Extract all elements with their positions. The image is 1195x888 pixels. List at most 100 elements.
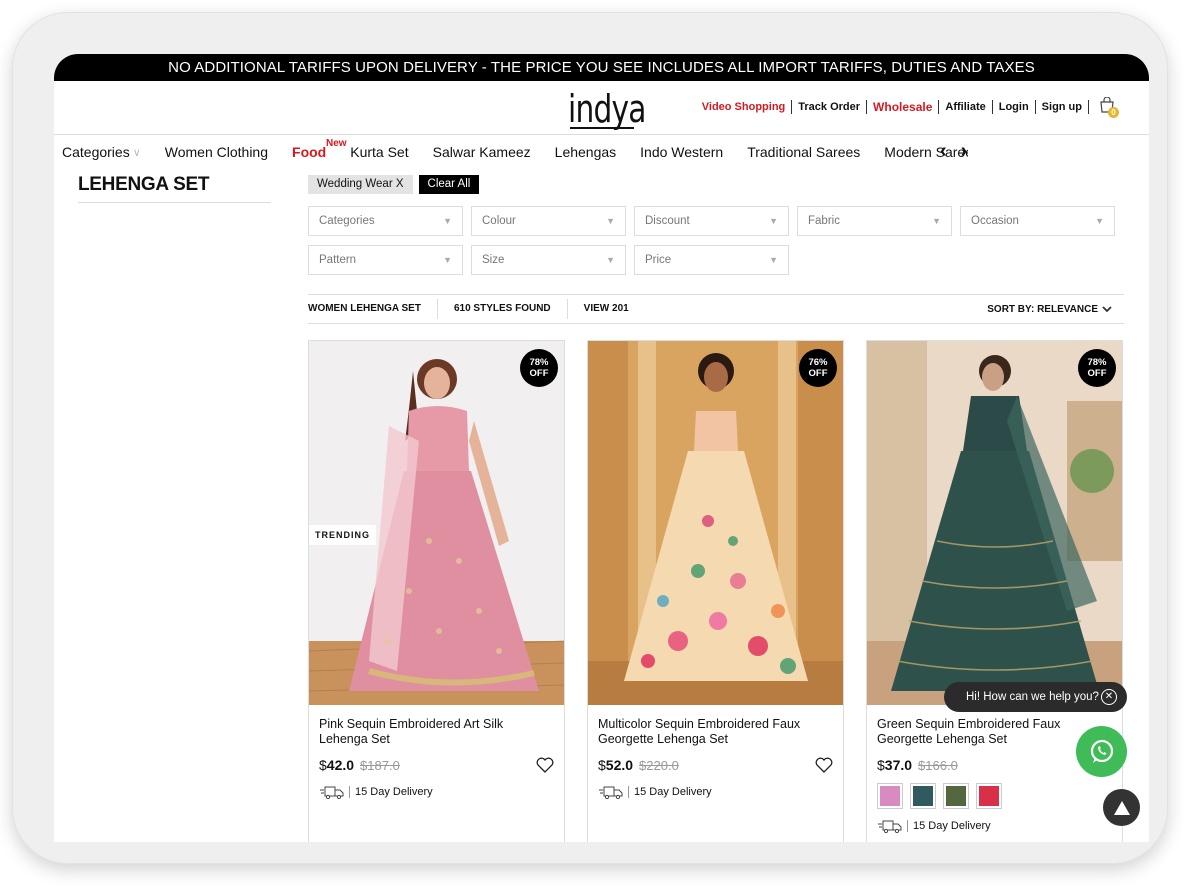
swatch-fill (880, 786, 900, 806)
product-image[interactable]: 78% OFF TRENDING (309, 341, 564, 705)
product-grid: 78% OFF TRENDING Pink Sequin Embroidered … (308, 340, 1123, 842)
top-links: Video Shopping Track Order Wholesale Aff… (696, 96, 1121, 118)
currency-symbol: $ (598, 757, 606, 773)
login-link[interactable]: Login (993, 100, 1036, 114)
nav-item-lehengas[interactable]: Lehengas (555, 144, 617, 160)
product-info: Green Sequin Embroidered Faux Georgette … (867, 705, 1122, 842)
filter-size[interactable]: Size ▼ (471, 245, 626, 275)
active-filters: Wedding Wear X Clear All (308, 175, 480, 194)
wholesale-link[interactable]: Wholesale (867, 100, 940, 114)
product-name[interactable]: Pink Sequin Embroidered Art Silk Lehenga… (319, 717, 554, 749)
filter-price[interactable]: Price ▼ (634, 245, 789, 275)
heart-icon[interactable] (536, 757, 554, 773)
signup-link[interactable]: Sign up (1036, 100, 1089, 114)
caret-down-icon: ▼ (443, 255, 452, 265)
filter-label: Fabric (808, 215, 840, 227)
discount-badge: 76% OFF (799, 349, 837, 387)
discount-value: 76% (808, 357, 828, 368)
clear-all-button[interactable]: Clear All (418, 175, 480, 194)
delivery-info: 15 Day Delivery (598, 785, 833, 799)
whatsapp-button[interactable] (1076, 726, 1127, 777)
chat-prompt-text: Hi! How can we help you? (966, 691, 1099, 703)
product-info: Pink Sequin Embroidered Art Silk Lehenga… (309, 705, 564, 809)
delivery-divider (349, 786, 350, 798)
view-count-toggle[interactable]: VIEW 201 (584, 299, 645, 319)
truck-icon (878, 820, 902, 833)
filter-categories[interactable]: Categories ▼ (308, 206, 463, 236)
product-image[interactable]: 78% OFF (867, 341, 1122, 705)
filter-row-1: Categories ▼ Colour ▼ Discount ▼ Fabric ▼ Oc… (308, 206, 1116, 236)
discount-value: 78% (529, 357, 549, 368)
results-category: WOMEN LEHENGA SET (308, 299, 438, 319)
color-swatches (877, 783, 1112, 809)
swatch-pink[interactable] (877, 783, 903, 809)
swatch-red[interactable] (976, 783, 1002, 809)
delivery-text: 15 Day Delivery (634, 786, 712, 798)
product-card[interactable]: 76% OFF Multicolor Sequin Embroidered Fau… (587, 340, 844, 842)
filter-label: Colour (482, 215, 516, 227)
swatch-olive[interactable] (943, 783, 969, 809)
chevron-right-icon[interactable]: › (961, 141, 968, 161)
filter-label: Categories (319, 215, 375, 227)
sort-label: SORT BY: RELEVANCE (987, 303, 1098, 315)
product-name[interactable]: Multicolor Sequin Embroidered Faux Georg… (598, 717, 833, 749)
scroll-to-top-button[interactable] (1103, 789, 1140, 826)
chevron-left-icon[interactable]: ‹ (940, 141, 947, 161)
product-card[interactable]: 78% OFF TRENDING Pink Sequin Embroidered … (308, 340, 565, 842)
indya-logo[interactable]: indya (568, 87, 646, 131)
filter-label: Price (645, 254, 672, 266)
bag-link[interactable]: 0 (1089, 96, 1121, 118)
caret-down-icon: ▼ (932, 216, 941, 226)
nav-item-food[interactable]: Food New (292, 138, 347, 160)
caret-down-icon: ▼ (1095, 216, 1104, 226)
heart-icon[interactable] (815, 757, 833, 773)
filter-colour[interactable]: Colour ▼ (471, 206, 626, 236)
chat-prompt-bubble[interactable]: Hi! How can we help you? ✕ (944, 682, 1127, 712)
shopping-bag-icon[interactable]: 0 (1099, 96, 1119, 118)
browser-screen: NO ADDITIONAL TARIFFS UPON DELIVERY - TH… (54, 54, 1149, 842)
currency-symbol: $ (877, 757, 885, 773)
product-info: Multicolor Sequin Embroidered Faux Georg… (588, 705, 843, 809)
discount-off: OFF (808, 368, 828, 379)
filter-chip-wedding-wear[interactable]: Wedding Wear X (308, 175, 413, 194)
nav-item-indo-western[interactable]: Indo Western (640, 144, 723, 160)
filter-occasion[interactable]: Occasion ▼ (960, 206, 1115, 236)
device-frame: NO ADDITIONAL TARIFFS UPON DELIVERY - TH… (12, 12, 1168, 864)
delivery-info: 15 Day Delivery (319, 785, 554, 799)
chevron-down-icon (1102, 305, 1112, 312)
swatch-teal[interactable] (910, 783, 936, 809)
filter-fabric[interactable]: Fabric ▼ (797, 206, 952, 236)
close-icon[interactable]: ✕ (1101, 689, 1117, 705)
tariff-banner: NO ADDITIONAL TARIFFS UPON DELIVERY - TH… (54, 54, 1149, 81)
video-shopping-link[interactable]: Video Shopping (696, 100, 793, 114)
trending-tag: TRENDING (309, 525, 376, 545)
affiliate-link[interactable]: Affiliate (939, 100, 993, 114)
discount-off: OFF (529, 368, 549, 379)
discount-badge: 78% OFF (520, 349, 558, 387)
product-image[interactable]: 76% OFF (588, 341, 843, 705)
sidebar-divider (78, 202, 271, 203)
nav-item-food-label: Food (292, 144, 327, 160)
nav-item-kurta-set[interactable]: Kurta Set (350, 144, 408, 160)
main-nav: Categories ∨ Women Clothing Food New Kur… (54, 135, 1149, 169)
truck-icon (599, 786, 623, 799)
nav-item-traditional-sarees[interactable]: Traditional Sarees (747, 144, 860, 160)
truck-icon (320, 786, 344, 799)
price-row: $ 42.0 $187.0 (319, 757, 554, 773)
caret-down-icon: ▼ (443, 216, 452, 226)
filter-pattern[interactable]: Pattern ▼ (308, 245, 463, 275)
sort-dropdown[interactable]: SORT BY: RELEVANCE (987, 304, 1112, 315)
track-order-link[interactable]: Track Order (792, 100, 868, 114)
current-price: 52.0 (605, 757, 634, 773)
nav-categories[interactable]: Categories ∨ (62, 144, 141, 160)
nav-item-women-clothing[interactable]: Women Clothing (165, 144, 268, 160)
chevron-down-icon: ∨ (132, 146, 141, 159)
bag-count: 0 (1108, 107, 1119, 118)
filter-row-2: Pattern ▼ Size ▼ Price ▼ (308, 245, 1116, 275)
currency-symbol: $ (319, 757, 327, 773)
results-bar: WOMEN LEHENGA SET 610 STYLES FOUND VIEW … (308, 294, 1124, 324)
filter-discount[interactable]: Discount ▼ (634, 206, 789, 236)
nav-item-salwar-kameez[interactable]: Salwar Kameez (433, 144, 531, 160)
delivery-text: 15 Day Delivery (355, 786, 433, 798)
product-photo-pink-lehenga (309, 341, 564, 705)
